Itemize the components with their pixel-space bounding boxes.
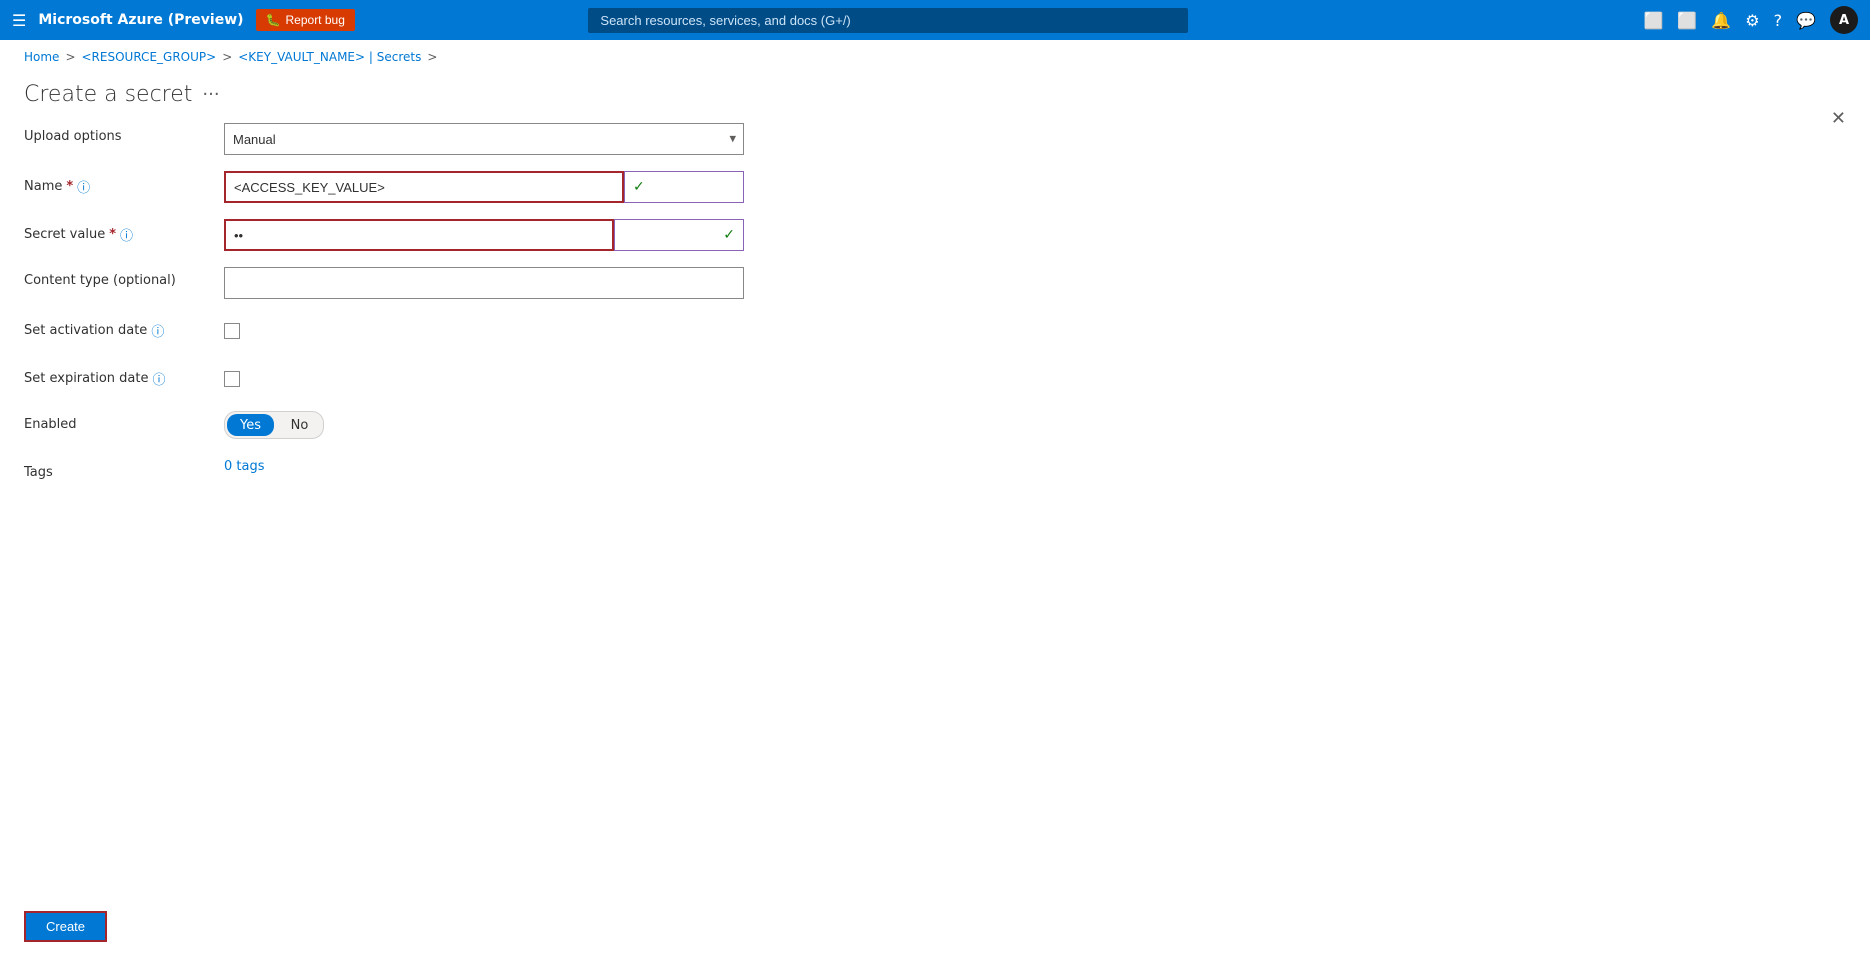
activation-date-row: Set activation date ⓘ xyxy=(24,315,1846,347)
secret-value-label: Secret value * ⓘ xyxy=(24,219,224,244)
name-info-icon[interactable]: ⓘ xyxy=(77,177,90,196)
report-bug-button[interactable]: 🐛 Report bug xyxy=(256,9,355,31)
secret-validation-section: ✓ xyxy=(614,219,744,251)
toggle-no-option[interactable]: No xyxy=(276,412,323,438)
tags-link[interactable]: 0 tags xyxy=(224,459,265,474)
create-secret-form: Upload options Manual ▾ Name * ⓘ xyxy=(0,123,1870,531)
main-content-area: Home > <RESOURCE_GROUP> > <KEY_VAULT_NAM… xyxy=(0,40,1870,958)
tags-label: Tags xyxy=(24,459,224,480)
notification-bell-icon[interactable]: 🔔 xyxy=(1711,11,1731,30)
breadcrumb-key-vault[interactable]: <KEY_VAULT_NAME> | Secrets xyxy=(238,50,421,64)
content-type-input[interactable] xyxy=(224,267,744,299)
top-bar-icons-group: ⬜ ⬜ 🔔 ⚙ ? 💬 A xyxy=(1643,6,1858,34)
activation-info-icon[interactable]: ⓘ xyxy=(151,321,164,340)
upload-options-control: Manual ▾ xyxy=(224,123,744,155)
name-label: Name * ⓘ xyxy=(24,171,224,196)
upload-options-label: Upload options xyxy=(24,123,224,144)
expiration-date-label: Set expiration date ⓘ xyxy=(24,363,224,388)
secret-input-group: ✓ xyxy=(224,219,744,251)
name-input[interactable] xyxy=(224,171,624,203)
secret-value-control: ✓ xyxy=(224,219,744,251)
expiration-date-checkbox[interactable] xyxy=(224,371,240,387)
feedback-icon[interactable]: 💬 xyxy=(1796,11,1816,30)
page-header: Create a secret ··· xyxy=(0,74,1870,123)
secret-required-star: * xyxy=(109,227,116,242)
enabled-row: Enabled Yes No xyxy=(24,411,1846,443)
name-check-icon: ✓ xyxy=(633,179,645,195)
enabled-control: Yes No xyxy=(224,411,744,439)
name-validation-section: ✓ xyxy=(624,171,744,203)
bug-icon: 🐛 xyxy=(266,13,281,27)
toggle-yes-option[interactable]: Yes xyxy=(227,414,274,436)
bottom-actions-bar: Create xyxy=(0,895,131,958)
expiration-date-control xyxy=(224,363,744,391)
email-icon[interactable]: ⬜ xyxy=(1643,11,1663,30)
activation-date-label: Set activation date ⓘ xyxy=(24,315,224,340)
breadcrumb-home[interactable]: Home xyxy=(24,50,59,64)
breadcrumb-resource-group[interactable]: <RESOURCE_GROUP> xyxy=(82,50,217,64)
top-nav-bar: ☰ Microsoft Azure (Preview) 🐛 Report bug… xyxy=(0,0,1870,40)
activation-date-checkbox[interactable] xyxy=(224,323,240,339)
close-panel-button[interactable]: ✕ xyxy=(1831,108,1846,129)
name-row: Name * ⓘ ✓ xyxy=(24,171,1846,203)
breadcrumb-sep-2: > xyxy=(222,50,232,64)
report-bug-label: Report bug xyxy=(286,13,345,27)
name-input-group: ✓ xyxy=(224,171,744,203)
user-avatar[interactable]: A xyxy=(1830,6,1858,34)
content-type-label: Content type (optional) xyxy=(24,267,224,288)
upload-options-select-wrapper: Manual ▾ xyxy=(224,123,744,155)
breadcrumb: Home > <RESOURCE_GROUP> > <KEY_VAULT_NAM… xyxy=(0,40,1870,74)
content-type-control xyxy=(224,267,744,299)
tags-row: Tags 0 tags xyxy=(24,459,1846,491)
search-input[interactable] xyxy=(588,8,1188,33)
breadcrumb-sep-3: > xyxy=(427,50,437,64)
help-question-icon[interactable]: ? xyxy=(1774,11,1783,30)
app-title: Microsoft Azure (Preview) xyxy=(38,12,243,28)
secret-value-row: Secret value * ⓘ ✓ xyxy=(24,219,1846,251)
upload-options-select[interactable]: Manual xyxy=(224,123,744,155)
settings-gear-icon[interactable]: ⚙ xyxy=(1745,11,1759,30)
content-type-row: Content type (optional) xyxy=(24,267,1846,299)
name-required-star: * xyxy=(66,179,73,194)
page-title: Create a secret xyxy=(24,82,192,107)
expiration-date-row: Set expiration date ⓘ xyxy=(24,363,1846,395)
breadcrumb-sep-1: > xyxy=(65,50,75,64)
secret-value-input[interactable] xyxy=(224,219,614,251)
upload-options-row: Upload options Manual ▾ xyxy=(24,123,1846,155)
tags-control: 0 tags xyxy=(224,459,744,474)
cloud-upload-icon[interactable]: ⬜ xyxy=(1677,11,1697,30)
secret-info-icon[interactable]: ⓘ xyxy=(120,225,133,244)
expiration-info-icon[interactable]: ⓘ xyxy=(152,369,165,388)
enabled-label: Enabled xyxy=(24,411,224,432)
more-options-dots[interactable]: ··· xyxy=(202,84,219,105)
name-control: ✓ xyxy=(224,171,744,203)
create-button[interactable]: Create xyxy=(24,911,107,942)
secret-check-icon: ✓ xyxy=(723,227,735,243)
enabled-toggle-group[interactable]: Yes No xyxy=(224,411,324,439)
activation-date-control xyxy=(224,315,744,343)
hamburger-menu-icon[interactable]: ☰ xyxy=(12,11,26,30)
